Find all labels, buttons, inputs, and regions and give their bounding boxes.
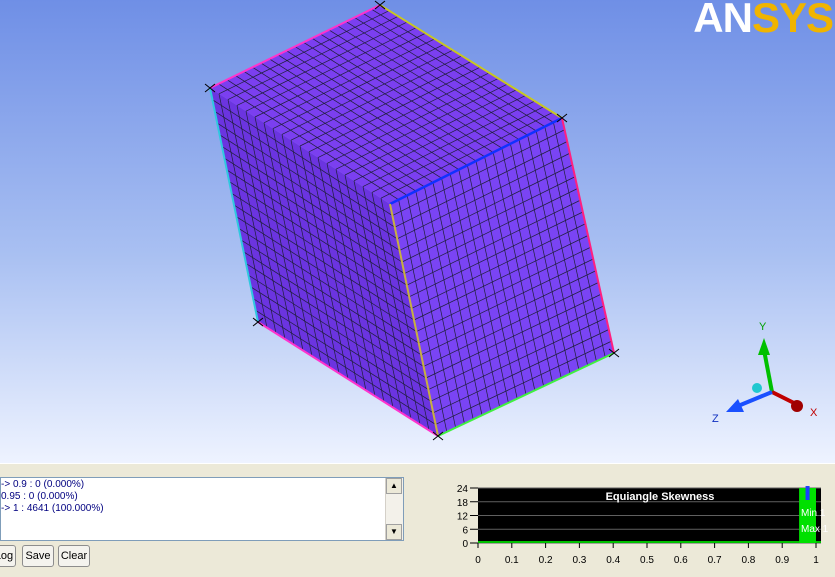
- save-button[interactable]: Save: [22, 545, 54, 567]
- log-line: -> 1 : 4641 (100.000%): [1, 503, 104, 514]
- histogram-x-tick: 0.3: [572, 555, 586, 566]
- ansys-logo: ANSYS: [693, 0, 834, 41]
- scroll-down-icon[interactable]: ▼: [386, 524, 402, 540]
- log-line: -> 0.9 : 0 (0.000%): [1, 479, 85, 490]
- histogram-x-tick: 0.7: [708, 555, 722, 566]
- histogram-x-tick: 0.5: [640, 555, 654, 566]
- histogram-y-tick: 6: [462, 525, 468, 536]
- z-axis-label: Z: [712, 413, 719, 425]
- skewness-histogram[interactable]: 24 18 12 6 0 0 0.1 0.2 0.3 0.4 0.5 0.6 0.7 0.8 0.9 1 E…: [440, 480, 835, 575]
- log-text: -> 0.9 : 0 (0.000%) 0.95 : 0 (0.000%) -> 1…: [1, 479, 104, 515]
- histogram-x-tick: 0.2: [539, 555, 553, 566]
- mesh-cube: Y Z X: [204, 0, 818, 441]
- histogram-title: Equiangle Skewness: [606, 491, 715, 503]
- scroll-up-icon[interactable]: ▲: [386, 478, 402, 494]
- histogram-y-tick: 0: [462, 539, 468, 550]
- graphics-viewport[interactable]: Y Z X ANSYS: [0, 0, 835, 463]
- histogram-y-tick: 12: [457, 512, 469, 523]
- histogram-x-tick: 1: [813, 555, 819, 566]
- histogram-min-label: Min 1: [801, 508, 826, 519]
- axes-triad[interactable]: Y Z X: [712, 321, 818, 425]
- x-axis-label: X: [810, 407, 818, 419]
- histogram-y-tick: 24: [457, 484, 469, 495]
- histogram-x-tick: 0.8: [741, 555, 755, 566]
- histogram-x-tick: 0.6: [674, 555, 688, 566]
- histogram-x-tick: 0.9: [775, 555, 789, 566]
- clear-button[interactable]: Clear: [58, 545, 90, 567]
- y-axis-label: Y: [759, 321, 767, 333]
- histogram-x-tick: 0: [475, 555, 481, 566]
- histogram-y-tick: 18: [457, 498, 469, 509]
- log-line: 0.95 : 0 (0.000%): [1, 491, 78, 502]
- histogram-max-label: Max 1: [801, 524, 829, 535]
- message-log[interactable]: -> 0.9 : 0 (0.000%) 0.95 : 0 (0.000%) -> 1…: [0, 477, 404, 541]
- panel-divider[interactable]: [0, 463, 835, 478]
- log-button[interactable]: Log: [0, 545, 16, 567]
- histogram-marker: [805, 486, 810, 500]
- histogram-x-tick: 0.1: [505, 555, 519, 566]
- log-scrollbar[interactable]: ▲ ▼: [385, 478, 403, 540]
- histogram-x-tick: 0.4: [606, 555, 620, 566]
